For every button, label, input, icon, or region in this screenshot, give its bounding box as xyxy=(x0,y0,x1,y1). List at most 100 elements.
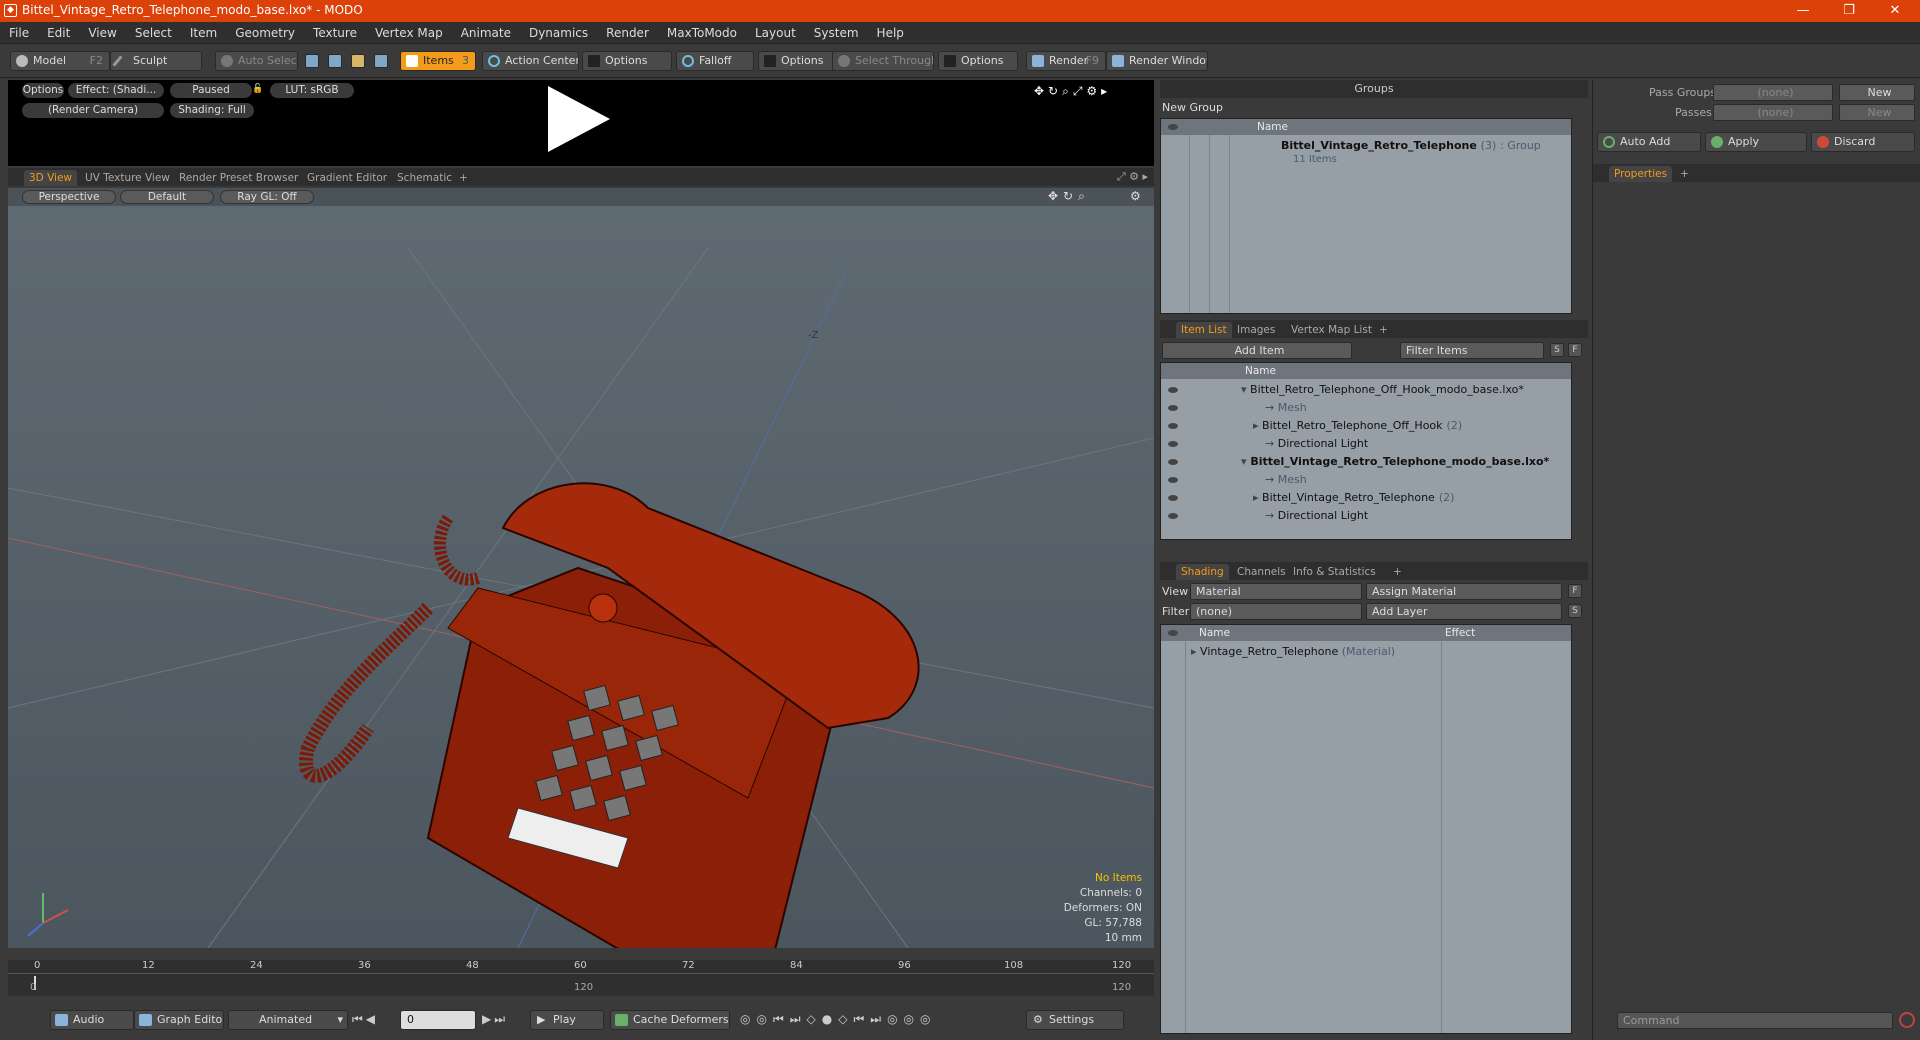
expand-arrow-icon[interactable]: ▸ xyxy=(1191,645,1200,658)
eye-icon[interactable] xyxy=(1168,630,1178,636)
transport-forward-icons[interactable]: ▶⏭ xyxy=(482,1012,508,1027)
animated-dropdown[interactable]: Animated ▾ xyxy=(228,1010,348,1030)
assign-material-button[interactable]: Assign Material xyxy=(1366,583,1562,600)
view-dropdown[interactable]: Material xyxy=(1190,583,1362,600)
s-toggle[interactable]: S xyxy=(1568,604,1582,618)
item-list-row[interactable]: → Mesh xyxy=(1265,399,1307,417)
eye-icon[interactable] xyxy=(1168,459,1178,465)
chevron-down-icon[interactable]: ▾ xyxy=(1241,455,1250,468)
play-button[interactable]: ▶ Play xyxy=(530,1010,604,1030)
lock-icon[interactable]: 🔓 xyxy=(252,83,264,96)
menu-layout[interactable]: Layout xyxy=(746,22,805,44)
select-through-options-button[interactable]: Options xyxy=(938,51,1018,71)
tab-uv-texture-view[interactable]: UV Texture View xyxy=(80,170,175,186)
apply-button[interactable]: Apply xyxy=(1705,132,1807,152)
tab-vertex-map-list[interactable]: Vertex Map List xyxy=(1286,322,1377,338)
f-toggle[interactable]: F xyxy=(1568,584,1582,598)
graph-editor-button[interactable]: Graph Editor xyxy=(134,1010,224,1030)
effect-dropdown[interactable]: Effect: (Shadi... xyxy=(68,83,164,98)
new-group-button[interactable]: New Group xyxy=(1162,101,1223,114)
item-list-row[interactable]: → Directional Light xyxy=(1265,507,1368,525)
tree-connector-icon[interactable]: → xyxy=(1265,437,1278,450)
menu-animate[interactable]: Animate xyxy=(452,22,520,44)
materials-select-icon[interactable] xyxy=(374,54,388,68)
viewport-settings-icon[interactable]: ⚙ xyxy=(1130,189,1141,203)
settings-button[interactable]: ⚙ Settings xyxy=(1026,1010,1124,1030)
tree-connector-icon[interactable]: → xyxy=(1265,473,1278,486)
passes-dropdown[interactable]: (none) xyxy=(1713,104,1833,121)
item-list-row[interactable]: → Mesh xyxy=(1265,471,1307,489)
select-through-button[interactable]: Select Through xyxy=(832,51,934,71)
menu-edit[interactable]: Edit xyxy=(38,22,79,44)
model-mode-button[interactable]: Model F2 xyxy=(10,51,110,71)
item-list-row[interactable]: ▾ Bittel_Retro_Telephone_Off_Hook_modo_b… xyxy=(1241,381,1524,399)
view-panel-icons[interactable]: ⤢ ⚙ ▸ xyxy=(1117,170,1148,184)
menu-texture[interactable]: Texture xyxy=(304,22,366,44)
vertices-select-icon[interactable] xyxy=(305,54,319,68)
eye-icon[interactable] xyxy=(1168,387,1178,393)
eye-icon[interactable] xyxy=(1168,477,1178,483)
command-input[interactable]: Command xyxy=(1617,1012,1893,1029)
audio-button[interactable]: Audio xyxy=(50,1010,134,1030)
auto-select-button[interactable]: Auto Select xyxy=(215,51,298,71)
default-style-dropdown[interactable]: Default xyxy=(120,190,214,204)
discard-button[interactable]: Discard xyxy=(1811,132,1915,152)
lut-dropdown[interactable]: LUT: sRGB xyxy=(270,83,354,98)
polygons-select-icon[interactable] xyxy=(351,54,365,68)
menu-dynamics[interactable]: Dynamics xyxy=(520,22,597,44)
render-button[interactable]: Render F9 xyxy=(1026,51,1106,71)
add-layer-dropdown[interactable]: Add Layer xyxy=(1366,603,1562,620)
eye-icon[interactable] xyxy=(1168,423,1178,429)
tab-gradient-editor[interactable]: Gradient Editor xyxy=(302,170,392,186)
material-row[interactable]: ▸ Vintage_Retro_Telephone (Material) xyxy=(1191,643,1395,661)
tab-schematic[interactable]: Schematic xyxy=(392,170,457,186)
auto-add-button[interactable]: Auto Add xyxy=(1597,132,1701,152)
tab-info-statistics[interactable]: Info & Statistics xyxy=(1288,564,1381,580)
tree-connector-icon[interactable]: → xyxy=(1265,401,1278,414)
menu-system[interactable]: System xyxy=(805,22,868,44)
sculpt-mode-button[interactable]: Sculpt xyxy=(110,51,202,71)
key-tools-icons[interactable]: ◎◎⏮⏭◇●◇⏮⏭◎◎◎ xyxy=(740,1012,936,1027)
3d-viewport[interactable]: -Z No Items Channels: 0 Deformers: ON GL… xyxy=(8,188,1154,948)
paused-toggle[interactable]: Paused xyxy=(170,83,252,98)
record-icon[interactable] xyxy=(1899,1012,1915,1028)
maximize-button[interactable]: ❐ xyxy=(1826,0,1872,22)
chevron-down-icon[interactable]: ▾ xyxy=(1241,383,1250,396)
preview-nav-icons[interactable]: ✥↻⌕⤢⚙▸ xyxy=(1034,84,1111,99)
add-tab-button[interactable]: + xyxy=(454,170,473,186)
menu-help[interactable]: Help xyxy=(868,22,913,44)
eye-icon[interactable] xyxy=(1168,405,1178,411)
tab-images[interactable]: Images xyxy=(1232,322,1280,338)
item-list-row[interactable]: ▾ Bittel_Vintage_Retro_Telephone_modo_ba… xyxy=(1241,453,1549,471)
eye-icon[interactable] xyxy=(1168,124,1178,130)
menu-vertex-map[interactable]: Vertex Map xyxy=(366,22,452,44)
menu-geometry[interactable]: Geometry xyxy=(226,22,304,44)
menu-item[interactable]: Item xyxy=(181,22,226,44)
expand-arrow-icon[interactable]: ▸ xyxy=(1253,419,1262,432)
play-icon[interactable] xyxy=(548,86,610,152)
item-list-row[interactable]: ▸ Bittel_Retro_Telephone_Off_Hook (2) xyxy=(1253,417,1462,435)
falloff-options-button[interactable]: Options xyxy=(758,51,838,71)
expand-arrow-icon[interactable]: ▸ xyxy=(1253,491,1262,504)
tab-3d-view[interactable]: 3D View xyxy=(24,170,78,186)
items-mode-button[interactable]: Items 3 xyxy=(400,51,476,71)
menu-view[interactable]: View xyxy=(79,22,125,44)
tab-properties[interactable]: Properties xyxy=(1609,166,1673,182)
filter-items-input[interactable]: Filter Items xyxy=(1400,342,1544,359)
preview-options-button[interactable]: Options xyxy=(22,83,64,98)
frame-input[interactable]: 0 xyxy=(400,1010,476,1030)
item-list-row[interactable]: ▸ Bittel_Vintage_Retro_Telephone (2) xyxy=(1253,489,1454,507)
item-list-row[interactable]: → Directional Light xyxy=(1265,435,1368,453)
close-button[interactable]: ✕ xyxy=(1872,0,1918,22)
minimize-button[interactable]: — xyxy=(1780,0,1826,22)
menu-select[interactable]: Select xyxy=(126,22,181,44)
eye-icon[interactable] xyxy=(1168,495,1178,501)
menu-maxtomodo[interactable]: MaxToModo xyxy=(658,22,746,44)
menu-render[interactable]: Render xyxy=(597,22,658,44)
new-pass-group-button[interactable]: New xyxy=(1839,84,1915,101)
tree-connector-icon[interactable]: → xyxy=(1265,509,1278,522)
eye-icon[interactable] xyxy=(1168,513,1178,519)
filter-dropdown[interactable]: (none) xyxy=(1190,603,1362,620)
f-toggle[interactable]: F xyxy=(1568,343,1582,357)
tab-render-preset-browser[interactable]: Render Preset Browser xyxy=(174,170,303,186)
